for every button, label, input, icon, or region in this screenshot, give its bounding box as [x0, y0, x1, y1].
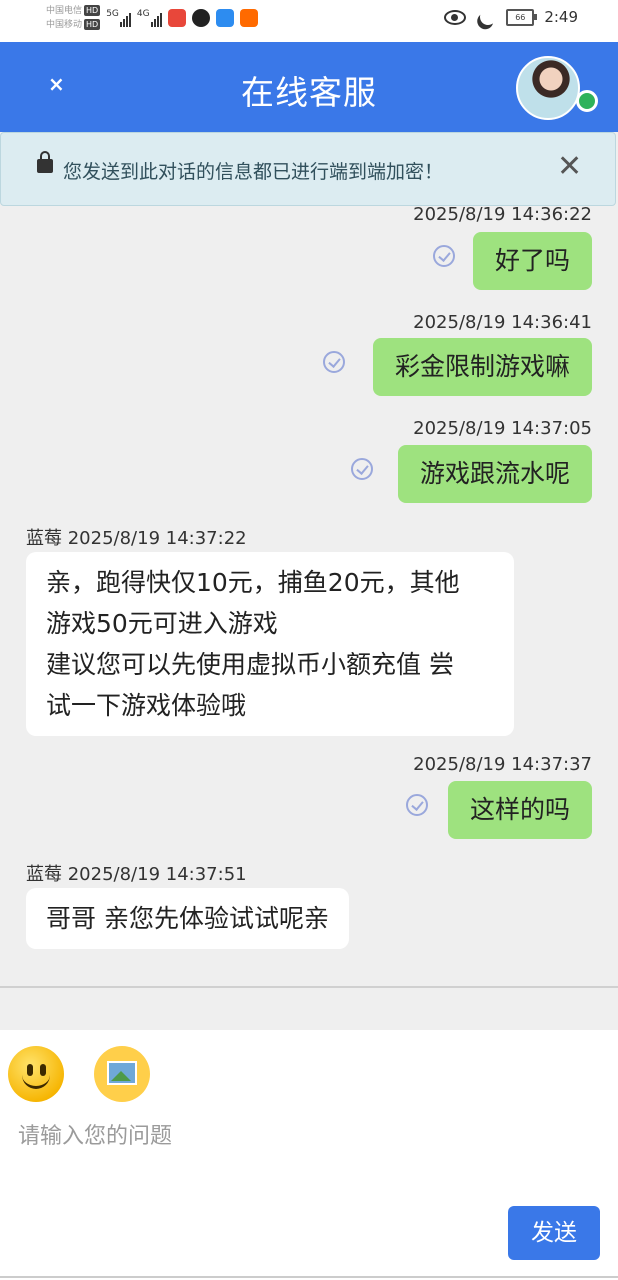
message-line: 建议您可以先使用虚拟币小额充值 尝: [46, 650, 454, 679]
emoji-button[interactable]: [8, 1046, 64, 1102]
message-sender-time: 蓝莓 2025/8/19 14:37:22: [26, 524, 247, 550]
message-time: 2025/8/19 14:37:05: [413, 418, 592, 439]
smiley-icon-mouth: [22, 1072, 50, 1089]
incoming-message[interactable]: 哥哥 亲您先体验试试呢亲: [26, 888, 349, 949]
do-not-disturb-icon: [478, 7, 499, 28]
read-check-icon: [406, 794, 428, 816]
message-line: 亲，跑得快仅10元，捕鱼20元，其他: [46, 568, 460, 597]
message-sender-time: 蓝莓 2025/8/19 14:37:51: [26, 860, 247, 886]
carrier-2: 中国移动: [46, 20, 83, 30]
message-time: 2025/8/19 14:37:37: [413, 754, 592, 775]
incoming-message[interactable]: 亲，跑得快仅10元，捕鱼20元，其他 游戏50元可进入游戏 建议您可以先使用虚拟…: [26, 552, 514, 736]
notice-close-button[interactable]: ✕: [557, 149, 582, 184]
sender-name: 蓝莓: [26, 528, 62, 549]
compose-area: 请输入您的问题 发送: [0, 1030, 618, 1280]
message-time: 2025/8/19 14:37:51: [67, 864, 247, 885]
read-check-icon: [433, 245, 455, 267]
online-status-dot: [576, 90, 598, 112]
carrier-names: 中国电信 HD 中国移动 HD: [46, 4, 101, 32]
status-bar: 中国电信 HD 中国移动 HD 5G 4G 66 2:49: [0, 0, 618, 42]
lock-icon: [37, 151, 53, 173]
message-line: 试一下游戏体验哦: [46, 691, 247, 720]
battery-icon: 66: [506, 8, 538, 26]
outgoing-message[interactable]: 这样的吗: [447, 781, 592, 839]
avatar[interactable]: [516, 56, 580, 120]
read-check-icon: [351, 458, 373, 480]
message-line: 哥哥 亲您先体验试试呢亲: [46, 904, 329, 933]
weibo-icon: [215, 9, 234, 27]
qq-icon: [191, 9, 210, 27]
message-list[interactable]: 2025/8/19 14:36:22 好了吗 2025/8/19 14:36:4…: [0, 204, 618, 986]
outgoing-message[interactable]: 好了吗: [472, 232, 592, 290]
divider: [0, 986, 618, 988]
message-time: 2025/8/19 14:37:22: [67, 528, 247, 549]
notice-text: 您发送到此对话的信息都已进行端到端加密！: [63, 161, 444, 183]
image-icon: [107, 1061, 137, 1085]
message-input[interactable]: 请输入您的问题: [18, 1118, 172, 1150]
message-time: 2025/8/19 14:36:41: [413, 312, 592, 333]
encryption-notice: 您发送到此对话的信息都已进行端到端加密！ ✕: [0, 132, 616, 206]
signal-5g-icon: 5G: [106, 9, 131, 27]
outgoing-message[interactable]: 彩金限制游戏嘛: [372, 338, 592, 396]
app-notification-icon: [167, 9, 186, 27]
signal-4g-icon: 4G: [137, 9, 162, 27]
eye-comfort-icon: [444, 9, 467, 25]
sender-name: 蓝莓: [26, 864, 62, 885]
bottom-divider: [0, 1276, 618, 1278]
send-button[interactable]: 发送: [508, 1206, 600, 1260]
chat-header: × 在线客服: [0, 42, 618, 132]
image-upload-button[interactable]: [94, 1046, 150, 1102]
clock: 2:49: [544, 8, 578, 26]
taobao-icon: [239, 9, 258, 27]
message-time: 2025/8/19 14:36:22: [413, 204, 592, 225]
read-check-icon: [323, 351, 345, 373]
outgoing-message[interactable]: 游戏跟流水呢: [397, 445, 592, 503]
message-line: 游戏50元可进入游戏: [46, 609, 278, 638]
carrier-1: 中国电信: [46, 6, 83, 16]
hd-badge: HD: [84, 19, 101, 30]
hd-badge: HD: [84, 5, 101, 16]
